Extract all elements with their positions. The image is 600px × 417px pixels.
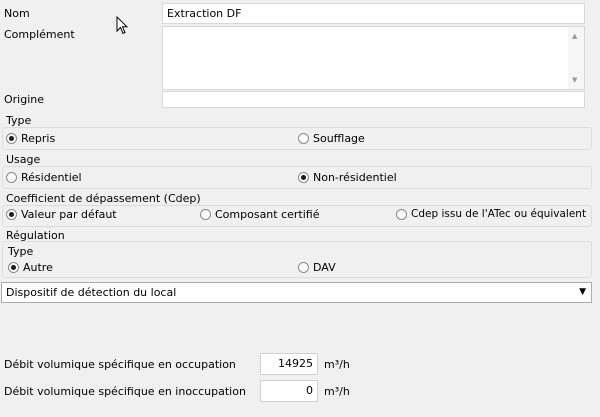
radio-soufflage-label: Soufflage	[313, 132, 365, 145]
radio-dot	[6, 133, 17, 144]
radio-dot	[298, 262, 309, 273]
radio-soufflage[interactable]: Soufflage	[298, 132, 365, 145]
usage-group-box	[2, 166, 592, 189]
radio-dav[interactable]: DAV	[298, 261, 336, 274]
nom-input[interactable]: Extraction DF	[162, 3, 585, 24]
radio-repris-label: Repris	[21, 132, 56, 145]
nom-label: Nom	[4, 7, 30, 20]
cdep-group-title: Coefficient de dépassement (Cdep)	[6, 192, 201, 205]
regulation-type-title: Type	[8, 245, 34, 258]
debit-occupation-label: Débit volumique spécifique en occupation	[4, 358, 236, 371]
type-group-box	[2, 127, 592, 150]
radio-dot	[6, 172, 17, 183]
radio-dav-label: DAV	[313, 261, 336, 274]
debit-occupation-input[interactable]: 14925	[260, 353, 318, 375]
detection-dropdown-value: Dispositif de détection du local	[6, 286, 177, 299]
debit-inoccupation-label: Débit volumique spécifique en inoccupati…	[4, 385, 246, 398]
debit-inoccupation-input[interactable]: 0	[260, 380, 318, 402]
radio-dot	[8, 262, 19, 273]
radio-valeur-defaut-label: Valeur par défaut	[21, 208, 117, 221]
detection-dropdown[interactable]: Dispositif de détection du local ▼	[1, 282, 592, 303]
complement-label: Complément	[4, 28, 75, 41]
radio-composant-certifie[interactable]: Composant certifié	[200, 208, 320, 221]
origine-label: Origine	[4, 93, 45, 106]
radio-cdep-atec[interactable]: Cdep issu de l'ATec ou équivalent	[396, 208, 586, 220]
radio-cdep-atec-label: Cdep issu de l'ATec ou équivalent	[411, 208, 587, 220]
radio-dot	[396, 208, 407, 220]
radio-autre-label: Autre	[23, 261, 53, 274]
radio-non-residentiel-label: Non-résidentiel	[313, 171, 397, 184]
origine-input[interactable]	[162, 91, 585, 108]
debit-inoccupation-unit: m³/h	[324, 385, 350, 398]
regulation-type-box	[2, 241, 592, 278]
scroll-down-icon[interactable]: ▼	[572, 76, 577, 84]
radio-non-residentiel[interactable]: Non-résidentiel	[298, 171, 397, 184]
radio-valeur-defaut[interactable]: Valeur par défaut	[6, 208, 117, 221]
radio-composant-certifie-label: Composant certifié	[215, 208, 320, 221]
radio-residentiel[interactable]: Résidentiel	[6, 171, 82, 184]
radio-dot	[298, 172, 309, 183]
radio-dot	[6, 209, 17, 220]
radio-residentiel-label: Résidentiel	[21, 171, 82, 184]
complement-textarea[interactable]	[162, 26, 585, 90]
mouse-pointer-icon	[116, 16, 128, 35]
radio-dot	[200, 209, 211, 220]
radio-repris[interactable]: Repris	[6, 132, 55, 145]
radio-dot	[298, 133, 309, 144]
usage-group-title: Usage	[6, 153, 41, 166]
scroll-up-icon[interactable]: ▲	[572, 32, 577, 40]
type-group-title: Type	[6, 114, 32, 127]
radio-autre[interactable]: Autre	[8, 261, 53, 274]
chevron-down-icon: ▼	[579, 287, 586, 297]
debit-occupation-unit: m³/h	[324, 358, 350, 371]
